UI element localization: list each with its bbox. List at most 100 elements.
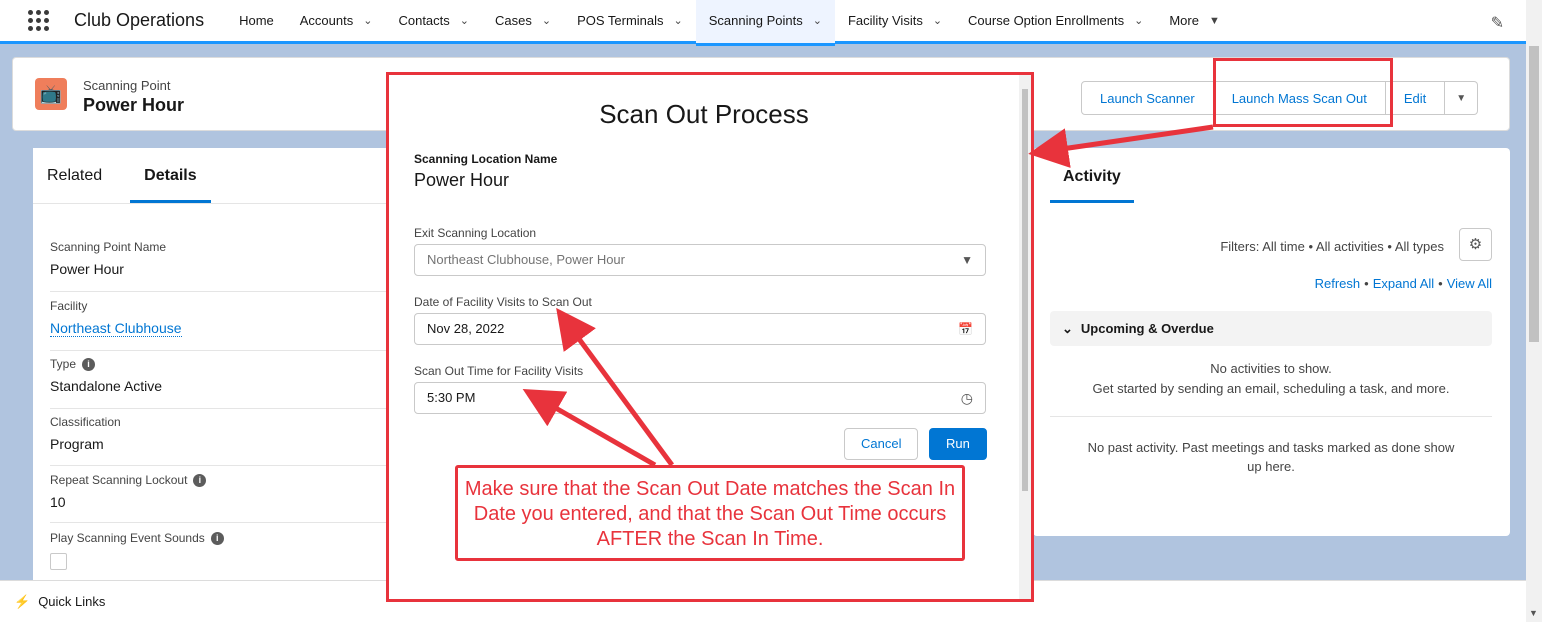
field-repeat-lockout: Repeat Scanning Lockout i 10: [50, 473, 207, 510]
chevron-down-icon[interactable]: ⌄: [460, 14, 469, 27]
record-name: Power Hour: [83, 95, 185, 115]
nav-course-option-enrollments[interactable]: Course Option Enrollments ⌄: [955, 0, 1156, 43]
nav-pos-terminals[interactable]: POS Terminals ⌄: [564, 0, 696, 43]
field-value: Power Hour: [50, 261, 124, 277]
section-title: Upcoming & Overdue: [1080, 321, 1214, 336]
caret-down-icon[interactable]: ▼: [1209, 15, 1220, 27]
scrollbar-thumb[interactable]: [1022, 89, 1028, 491]
info-icon[interactable]: i: [193, 473, 207, 487]
exit-location-label: Exit Scanning Location: [414, 226, 537, 240]
play-sounds-checkbox[interactable]: [50, 553, 67, 570]
nav-label: POS Terminals: [577, 13, 664, 28]
activity-filters: Filters: All time • All activities • All…: [1220, 239, 1444, 254]
label-text: Repeat Scanning Lockout: [50, 473, 188, 487]
time-input[interactable]: 5:30 PM ◷: [414, 382, 986, 414]
launch-scanner-button[interactable]: Launch Scanner: [1081, 81, 1214, 115]
scroll-down-icon[interactable]: ▼: [1529, 608, 1538, 618]
divider: [50, 291, 403, 292]
label-text: Play Scanning Event Sounds: [50, 531, 205, 545]
clock-icon[interactable]: ◷: [961, 383, 973, 413]
waffle-icon[interactable]: [28, 9, 50, 32]
pencil-icon[interactable]: ✎: [1491, 13, 1504, 33]
chevron-down-icon: ⌄: [1062, 321, 1073, 336]
time-label: Scan Out Time for Facility Visits: [414, 364, 584, 378]
divider: [1050, 416, 1492, 417]
nav-label: Home: [239, 13, 274, 28]
tv-icon: 📺: [35, 78, 67, 110]
divider: [50, 522, 403, 523]
cancel-button[interactable]: Cancel: [844, 428, 919, 460]
time-value: 5:30 PM: [427, 390, 476, 405]
chevron-down-icon[interactable]: ⌄: [542, 14, 551, 27]
edit-button[interactable]: Edit: [1385, 81, 1446, 115]
caret-down-icon[interactable]: ▼: [1445, 81, 1479, 115]
scrollbar-thumb[interactable]: [1529, 46, 1539, 342]
annotation-callout: Make sure that the Scan Out Date matches…: [455, 465, 965, 561]
calendar-icon[interactable]: 📅: [958, 314, 973, 344]
chevron-down-icon[interactable]: ⌄: [1134, 14, 1143, 27]
tab-activity[interactable]: Activity: [1050, 168, 1134, 203]
details-panel: Related Details Scanning Point Name Powe…: [33, 148, 403, 588]
field-value: 10: [50, 494, 66, 510]
expand-all-link[interactable]: Expand All: [1373, 276, 1434, 291]
location-value: Power Hour: [414, 170, 510, 190]
run-button[interactable]: Run: [929, 428, 987, 460]
modal-scrollbar[interactable]: [1019, 75, 1031, 599]
no-past-activity-text: No past activity. Past meetings and task…: [1087, 440, 1455, 474]
annotation-highlight-box: [1213, 58, 1393, 127]
nav-label: Cases: [495, 13, 532, 28]
gear-icon[interactable]: ⚙: [1459, 228, 1492, 261]
modal-title: Scan Out Process: [599, 99, 809, 129]
field-type: Type i Standalone Active: [50, 357, 162, 394]
chevron-down-icon[interactable]: ⌄: [674, 14, 683, 27]
nav-label: Facility Visits: [847, 13, 923, 28]
field-label: Repeat Scanning Lockout i: [50, 473, 207, 487]
field-value: Standalone Active: [50, 378, 163, 394]
view-all-link[interactable]: View All: [1447, 276, 1492, 291]
nav-accounts[interactable]: Accounts ⌄: [287, 0, 386, 43]
nav-label: Scanning Points: [708, 13, 803, 28]
nav-contacts[interactable]: Contacts ⌄: [385, 0, 482, 43]
info-icon[interactable]: i: [82, 357, 96, 371]
field-label: Type i: [50, 357, 162, 371]
nav-label: More: [1169, 13, 1199, 28]
nav-label: Accounts: [299, 13, 354, 28]
field-label: Scanning Point Name: [50, 240, 167, 254]
facility-link[interactable]: Northeast Clubhouse: [50, 320, 182, 337]
divider: [50, 350, 403, 351]
exit-location-select[interactable]: Northeast Clubhouse, Power Hour ▼: [414, 244, 986, 276]
nav-scanning-points[interactable]: Scanning Points ⌄: [695, 0, 835, 46]
no-activities-text: No activities to show.: [1210, 361, 1332, 376]
nav-more[interactable]: More ▼: [1156, 0, 1233, 43]
nav-cases[interactable]: Cases ⌄: [482, 0, 564, 43]
chevron-down-icon[interactable]: ⌄: [933, 14, 942, 27]
tab-details[interactable]: Details: [130, 148, 211, 203]
activity-links: Refresh • Expand All • View All: [1314, 276, 1492, 291]
page-scrollbar[interactable]: ▼: [1526, 0, 1542, 622]
upcoming-overdue-section[interactable]: ⌄ Upcoming & Overdue: [1050, 311, 1492, 346]
chevron-down-icon[interactable]: ⌄: [363, 14, 372, 27]
nav-label: Contacts: [398, 13, 450, 28]
activity-panel: Activity Filters: All time • All activit…: [1033, 148, 1510, 536]
app-name: Club Operations: [74, 10, 205, 30]
quick-links-label: Quick Links: [38, 594, 106, 609]
date-input[interactable]: Nov 28, 2022 📅: [414, 313, 986, 345]
field-label: Play Scanning Event Sounds i: [50, 531, 224, 545]
get-started-text: Get started by sending an email, schedul…: [1092, 381, 1450, 396]
field-label: Classification: [50, 415, 121, 429]
caret-down-icon: ▼: [961, 253, 973, 267]
bolt-icon: ⚡: [14, 594, 31, 609]
refresh-link[interactable]: Refresh: [1315, 276, 1361, 291]
tab-related[interactable]: Related: [33, 148, 116, 203]
nav-label: Course Option Enrollments: [968, 13, 1125, 28]
field-classification: Classification Program: [50, 415, 121, 452]
divider: [50, 408, 403, 409]
info-icon[interactable]: i: [210, 531, 224, 545]
global-nav: Club Operations Home Accounts ⌄ Contacts ⌄…: [0, 0, 1526, 46]
field-scanning-point-name: Scanning Point Name Power Hour: [50, 240, 166, 277]
nav-home[interactable]: Home: [226, 0, 287, 43]
nav-facility-visits[interactable]: Facility Visits ⌄: [835, 0, 955, 43]
chevron-down-icon[interactable]: ⌄: [813, 14, 822, 27]
date-value: Nov 28, 2022: [427, 321, 505, 336]
location-label: Scanning Location Name: [414, 152, 558, 166]
